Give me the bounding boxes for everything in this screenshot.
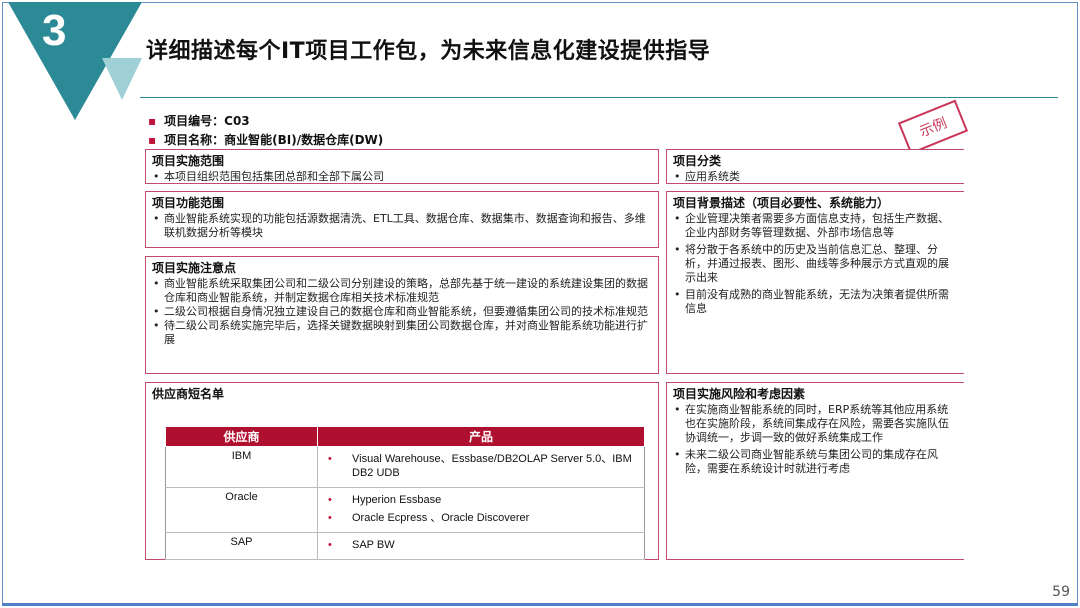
product-item: SAP BW: [322, 538, 640, 552]
background-heading: 项目背景描述（项目必要性、系统能力）: [673, 196, 890, 210]
risk-item: 未来二级公司商业智能系统与集团公司的集成存在风险，需要在系统设计时就进行考虑: [667, 448, 964, 476]
category-item: 应用系统类: [667, 170, 964, 184]
product-item: Visual Warehouse、Essbase/DB2OLAP Server …: [322, 452, 640, 480]
function-item: 商业智能系统实现的功能包括源数据清洗、ETL工具、数据仓库、数据集市、数据查询和…: [146, 212, 658, 240]
vendor-table: 供应商 产品 IBM Visual Warehouse、Essbase/DB2O…: [165, 426, 645, 560]
page-number: 59: [1052, 584, 1070, 600]
product-col-header: 产品: [317, 426, 645, 447]
bottom-rule: [2, 603, 1078, 606]
table-row: Oracle Hyperion Essbase Oracle Ecpress 、…: [165, 487, 645, 533]
scope-item: 本项目组织范围包括集团总部和全部下属公司: [146, 170, 658, 184]
accent-triangle: [102, 58, 142, 100]
table-row: IBM Visual Warehouse、Essbase/DB2OLAP Ser…: [165, 446, 645, 488]
background-item: 企业管理决策者需要多方面信息支持，包括生产数据、企业内部财务等管理数据、外部市场…: [667, 212, 964, 240]
table-row: SAP SAP BW: [165, 532, 645, 560]
background-box: 项目背景描述（项目必要性、系统能力） 企业管理决策者需要多方面信息支持，包括生产…: [666, 191, 964, 374]
category-heading: 项目分类: [673, 154, 722, 168]
notes-box: 项目实施注意点 商业智能系统采取集团公司和二级公司分别建设的策略，总部先基于统一…: [145, 256, 659, 374]
vendor-cell: IBM: [165, 446, 318, 488]
vendor-heading: 供应商短名单: [152, 387, 225, 401]
notes-item: 商业智能系统采取集团公司和二级公司分别建设的策略，总部先基于统一建设的系统建设集…: [146, 277, 658, 305]
product-cell: SAP BW: [317, 532, 645, 560]
scope-heading: 项目实施范围: [152, 154, 225, 168]
project-name: ▪ 项目名称：商业智能(BI)/数据仓库(DW): [148, 133, 384, 147]
product-cell: Visual Warehouse、Essbase/DB2OLAP Server …: [317, 446, 645, 488]
project-code: ▪ 项目编号：C03: [148, 114, 250, 128]
slide-title: 详细描述每个IT项目工作包，为未来信息化建设提供指导: [146, 39, 711, 64]
risk-heading: 项目实施风险和考虑因素: [673, 387, 806, 401]
vendor-cell: Oracle: [165, 487, 318, 533]
function-heading: 项目功能范围: [152, 196, 225, 210]
risk-item: 在实施商业智能系统的同时，ERP系统等其他应用系统也在实施阶段，系统间集成存在风…: [667, 403, 964, 445]
category-box: 项目分类 应用系统类: [666, 149, 964, 184]
background-item: 将分散于各系统中的历史及当前信息汇总、整理、分析，并通过报表、图形、曲线等多种展…: [667, 243, 964, 285]
title-rule: [140, 97, 1058, 98]
product-item: Oracle Ecpress 、Oracle Discoverer: [322, 511, 640, 525]
function-box: 项目功能范围 商业智能系统实现的功能包括源数据清洗、ETL工具、数据仓库、数据集…: [145, 191, 659, 248]
vendor-cell: SAP: [165, 532, 318, 560]
notes-heading: 项目实施注意点: [152, 261, 237, 275]
background-item: 目前没有成熟的商业智能系统，无法为决策者提供所需信息: [667, 288, 964, 316]
product-cell: Hyperion Essbase Oracle Ecpress 、Oracle …: [317, 487, 645, 533]
risk-box: 项目实施风险和考虑因素 在实施商业智能系统的同时，ERP系统等其他应用系统也在实…: [666, 382, 964, 560]
scope-box: 项目实施范围 本项目组织范围包括集团总部和全部下属公司: [145, 149, 659, 184]
vendor-col-header: 供应商: [165, 426, 318, 447]
notes-item: 二级公司根据自身情况独立建设自己的数据仓库和商业智能系统，但要遵循集团公司的技术…: [146, 305, 658, 319]
section-number: 3: [42, 6, 67, 55]
product-item: Hyperion Essbase: [322, 493, 640, 507]
notes-item: 待二级公司系统实施完毕后，选择关键数据映射到集团公司数据仓库，并对商业智能系统功…: [146, 319, 658, 347]
